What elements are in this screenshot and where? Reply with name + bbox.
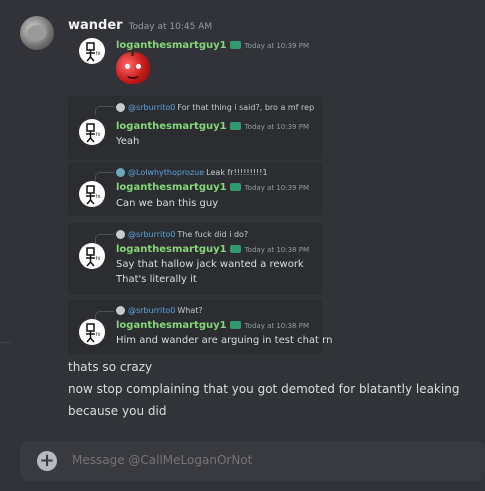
stickman-avatar[interactable]: hi [79,243,105,269]
stickman-avatar[interactable]: hi [79,319,105,345]
message-composer[interactable]: + [20,441,485,481]
message-line: now stop complaining that you got demote… [68,382,460,396]
nitro-badge-icon [229,122,241,130]
reply-connector [95,106,114,115]
reply-preview[interactable]: @Lolwhythoprozue Leak fr!!!!!!!!!1 [128,168,268,177]
message-timestamp: Today at 10:45 AM [128,22,213,32]
nitro-badge-icon [229,245,241,253]
embed-line: Him and wander are arguing in test chat … [116,335,333,346]
svg-text:hi: hi [96,194,101,200]
nitro-badge-icon [229,321,241,329]
author-name[interactable]: wander [68,18,123,33]
message-line: because you did [68,404,167,418]
stickman-avatar[interactable]: hi [79,119,105,145]
message-author[interactable]: wander Today at 10:45 AM [68,18,212,33]
svg-text:hi: hi [96,332,101,338]
embed-author[interactable]: loganthesmartguy1 Today at 10:39 PM [116,182,309,193]
embed-author[interactable]: loganthesmartguy1 Today at 10:39 PM [116,121,309,132]
reply-avatar [116,168,125,177]
reply-avatar [116,103,125,112]
embed-line: Can we ban this guy [116,198,219,209]
nitro-badge-icon [229,41,241,49]
reply-preview[interactable]: @srburrito0 What? [128,306,203,315]
stickman-avatar[interactable]: hi [79,181,105,207]
reply-connector [95,234,114,243]
reply-preview[interactable]: @srburrito0 The fuck did i do? [128,230,248,239]
message-input[interactable] [72,453,452,467]
reply-connector [95,172,114,181]
divider [0,342,12,343]
nitro-badge-icon [229,183,241,191]
reply-avatar [116,230,125,239]
embed-line: Yeah [116,136,140,147]
embed-author[interactable]: loganthesmartguy1 Today at 10:38 PM [116,320,309,331]
reply-preview[interactable]: @srburrito0 For that thing i said?, bro a… [128,103,314,112]
svg-text:hi: hi [96,132,101,138]
embed-line: That's literally it [116,274,197,285]
author-avatar[interactable] [20,16,54,50]
forwarded-message-image: hi loganthesmartguy1 Today at 10:39 PM [68,34,322,88]
add-attachment-icon[interactable]: + [37,451,57,471]
apple-image[interactable] [116,49,150,84]
message-line: thats so crazy [68,360,153,374]
embed-line: Say that hallow jack wanted a rework [116,259,304,270]
svg-text:hi: hi [96,51,101,57]
svg-text:hi: hi [96,256,101,262]
embed-author: loganthesmartguy1 Today at 10:39 PM [116,40,309,51]
reply-avatar [116,306,125,315]
stickman-avatar: hi [79,38,105,64]
embed-author[interactable]: loganthesmartguy1 Today at 10:38 PM [116,244,309,255]
